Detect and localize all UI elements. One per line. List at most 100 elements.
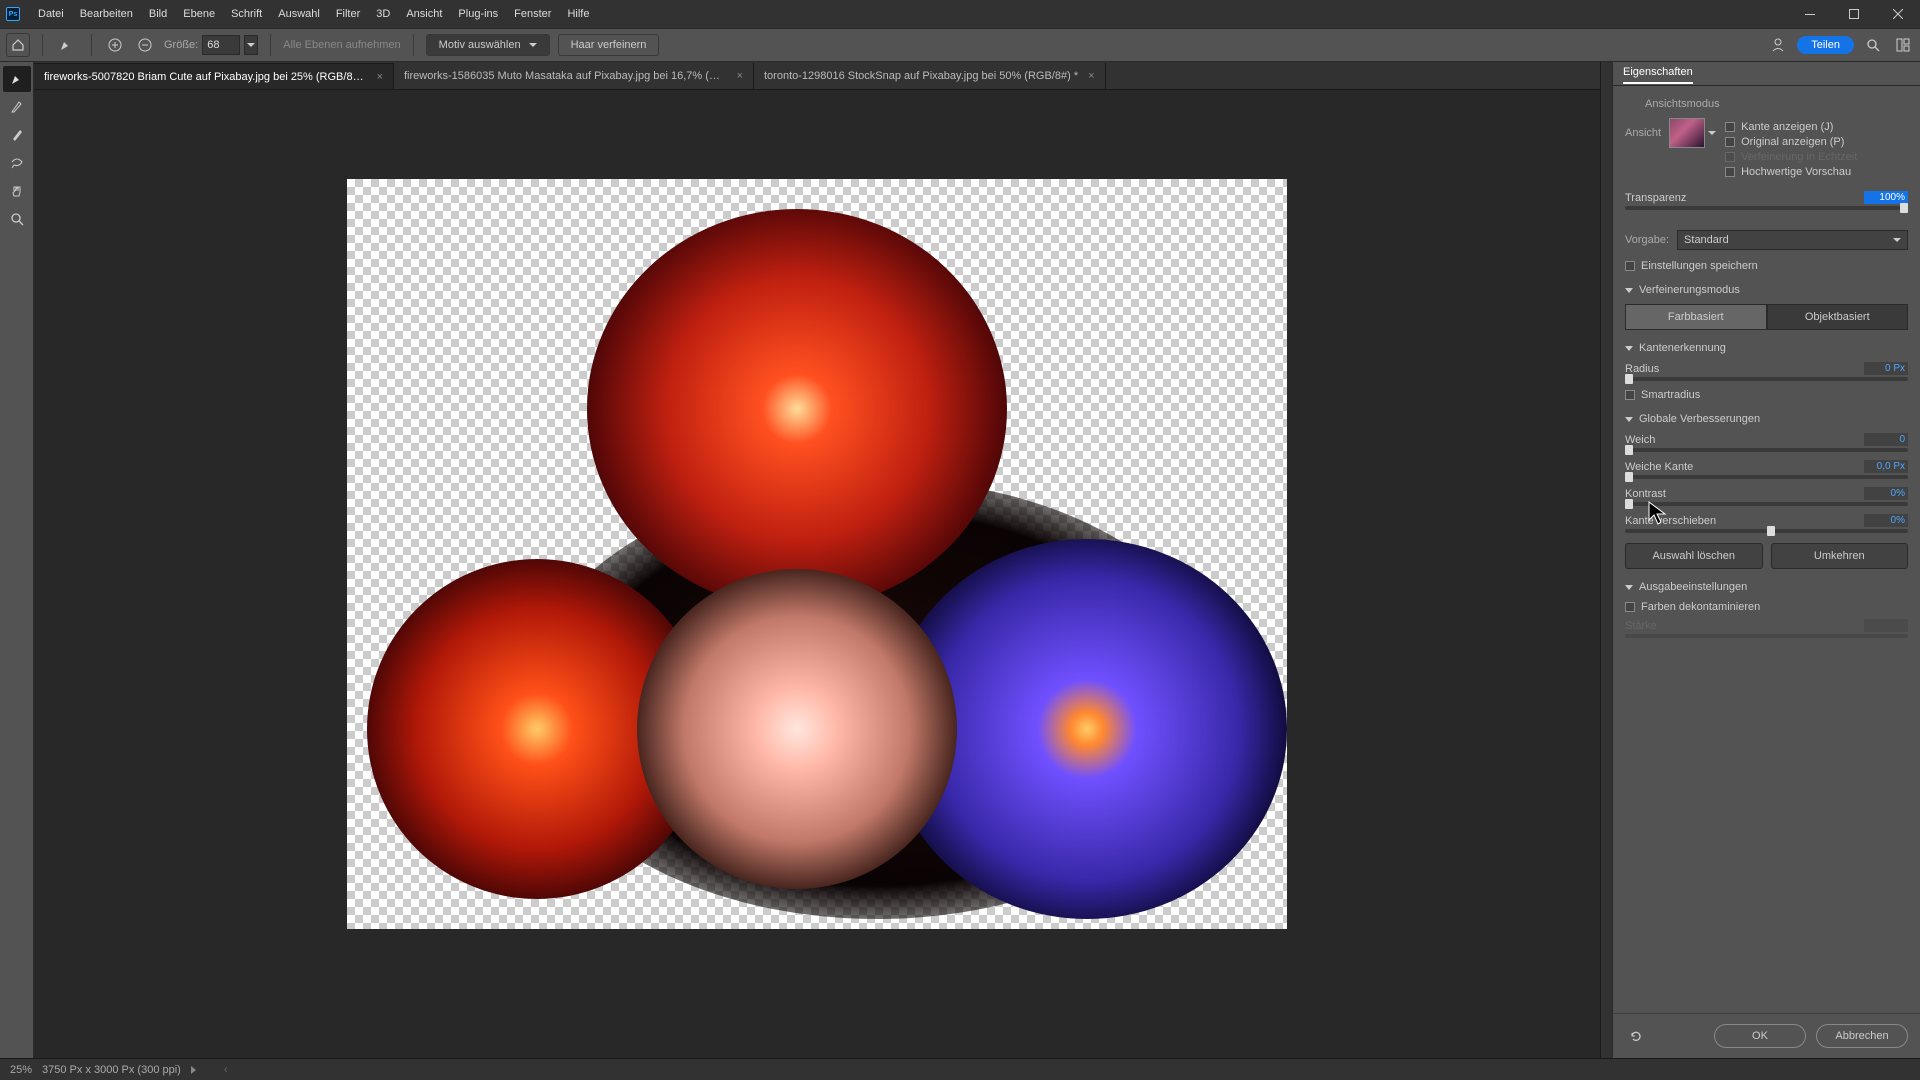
smart-radius-checkbox[interactable] <box>1625 390 1635 400</box>
contrast-slider[interactable] <box>1625 502 1908 506</box>
smooth-slider[interactable] <box>1625 448 1908 452</box>
window-maximize[interactable] <box>1832 0 1876 28</box>
search-icon[interactable] <box>1862 34 1884 56</box>
menu-bild[interactable]: Bild <box>141 8 175 20</box>
toolbox <box>0 62 34 1058</box>
title-bar: Ps DateiBearbeitenBildEbeneSchriftAuswah… <box>0 0 1920 28</box>
view-thumbnail[interactable] <box>1669 118 1705 148</box>
options-bar: Größe: Alle Ebenen aufnehmen Motiv auswä… <box>0 28 1920 62</box>
select-subject-button[interactable]: Motiv auswählen <box>426 34 550 56</box>
strength-label: Stärke <box>1625 620 1657 632</box>
smooth-label: Weich <box>1625 434 1655 446</box>
radius-slider[interactable] <box>1625 377 1908 381</box>
close-tab-icon[interactable]: × <box>737 70 743 82</box>
clear-selection-button[interactable]: Auswahl löschen <box>1625 543 1763 569</box>
sample-all-label: Alle Ebenen aufnehmen <box>283 39 400 51</box>
size-label: Größe: <box>164 39 198 51</box>
status-flyout-icon[interactable] <box>191 1066 196 1074</box>
feather-slider[interactable] <box>1625 475 1908 479</box>
menu-ebene[interactable]: Ebene <box>175 8 223 20</box>
high-quality-checkbox[interactable] <box>1725 167 1735 177</box>
menu-plug-ins[interactable]: Plug-ins <box>450 8 506 20</box>
window-minimize[interactable] <box>1788 0 1832 28</box>
output-settings-section[interactable]: Ausgabeeinstellungen <box>1625 581 1908 593</box>
firework-image <box>637 569 957 889</box>
firework-image <box>587 209 1007 609</box>
refine-hair-button[interactable]: Haar verfeinern <box>558 34 660 56</box>
hand-tool[interactable] <box>3 178 31 204</box>
subtract-mode-icon[interactable] <box>134 34 156 56</box>
radius-label: Radius <box>1625 363 1659 375</box>
transparency-label: Transparenz <box>1625 192 1686 204</box>
workspace-icon[interactable] <box>1892 34 1914 56</box>
refine-edge-brush-tool[interactable] <box>3 94 31 120</box>
panel-collapse-strip[interactable] <box>1600 62 1612 1058</box>
panel-title: Eigenschaften <box>1623 66 1693 84</box>
menu-ansicht[interactable]: Ansicht <box>398 8 450 20</box>
ok-button[interactable]: OK <box>1714 1024 1806 1048</box>
document-tab[interactable]: fireworks-1586035 Muto Masataka auf Pixa… <box>394 63 754 89</box>
document-tab[interactable]: toronto-1298016 StockSnap auf Pixabay.jp… <box>754 63 1106 89</box>
menu-schrift[interactable]: Schrift <box>223 8 270 20</box>
share-button[interactable]: Teilen <box>1797 36 1854 54</box>
menu-datei[interactable]: Datei <box>30 8 72 20</box>
menu-fenster[interactable]: Fenster <box>506 8 559 20</box>
user-icon[interactable] <box>1767 34 1789 56</box>
brush-size-input[interactable] <box>202 35 240 55</box>
zoom-tool[interactable] <box>3 206 31 232</box>
show-original-checkbox[interactable] <box>1725 137 1735 147</box>
status-bar: 25% 3750 Px x 3000 Px (300 ppi) ‹ <box>0 1058 1920 1080</box>
preset-dropdown[interactable]: Standard <box>1677 230 1908 250</box>
view-dropdown[interactable] <box>1707 118 1717 148</box>
shift-edge-label: Kante verschieben <box>1625 515 1716 527</box>
quick-select-tool[interactable] <box>3 66 31 92</box>
zoom-level[interactable]: 25% <box>10 1064 32 1076</box>
contrast-input[interactable] <box>1864 487 1908 500</box>
feather-label: Weiche Kante <box>1625 461 1693 473</box>
reset-icon[interactable] <box>1625 1025 1647 1047</box>
document-dimensions: 3750 Px x 3000 Px (300 ppi) <box>42 1064 181 1076</box>
view-mode-label: Ansichtsmodus <box>1645 98 1908 110</box>
strength-input <box>1864 619 1908 632</box>
refine-mode-section[interactable]: Verfeinerungsmodus <box>1625 284 1908 296</box>
close-tab-icon[interactable]: × <box>377 71 383 83</box>
current-tool-icon <box>55 33 79 57</box>
color-based-button[interactable]: Farbbasiert <box>1625 304 1767 330</box>
window-close[interactable] <box>1876 0 1920 28</box>
cancel-button[interactable]: Abbrechen <box>1816 1024 1908 1048</box>
close-tab-icon[interactable]: × <box>1088 70 1094 82</box>
transparency-slider[interactable] <box>1625 206 1908 210</box>
menu-auswahl[interactable]: Auswahl <box>270 8 328 20</box>
save-settings-checkbox[interactable] <box>1625 261 1635 271</box>
object-based-button[interactable]: Objektbasiert <box>1767 304 1909 330</box>
home-button[interactable] <box>6 33 30 57</box>
decontaminate-checkbox[interactable] <box>1625 602 1635 612</box>
menu-filter[interactable]: Filter <box>328 8 368 20</box>
smooth-input[interactable] <box>1864 433 1908 446</box>
contrast-label: Kontrast <box>1625 488 1666 500</box>
menu-3d[interactable]: 3D <box>368 8 398 20</box>
document-tabs: fireworks-5007820 Briam Cute auf Pixabay… <box>34 62 1600 90</box>
shift-edge-slider[interactable] <box>1625 529 1908 533</box>
app-icon: Ps <box>6 7 20 21</box>
radius-input[interactable] <box>1864 362 1908 375</box>
invert-button[interactable]: Umkehren <box>1771 543 1909 569</box>
add-mode-icon[interactable] <box>104 34 126 56</box>
canvas-area[interactable] <box>34 90 1600 1058</box>
lasso-tool[interactable] <box>3 150 31 176</box>
document-canvas[interactable] <box>347 179 1287 929</box>
brush-size-dropdown[interactable] <box>244 35 258 55</box>
properties-panel: Eigenschaften Ansichtsmodus Ansicht Kant… <box>1612 62 1920 1058</box>
document-tab[interactable]: fireworks-5007820 Briam Cute auf Pixabay… <box>34 63 394 89</box>
shift-edge-input[interactable] <box>1864 514 1908 527</box>
edge-detection-section[interactable]: Kantenerkennung <box>1625 342 1908 354</box>
menu-hilfe[interactable]: Hilfe <box>559 8 597 20</box>
brush-tool[interactable] <box>3 122 31 148</box>
menu-bearbeiten[interactable]: Bearbeiten <box>72 8 141 20</box>
global-refinements-section[interactable]: Globale Verbesserungen <box>1625 413 1908 425</box>
show-edge-checkbox[interactable] <box>1725 122 1735 132</box>
realtime-checkbox <box>1725 152 1735 162</box>
view-label: Ansicht <box>1625 127 1661 139</box>
strength-slider <box>1625 634 1908 638</box>
feather-input[interactable] <box>1864 460 1908 473</box>
